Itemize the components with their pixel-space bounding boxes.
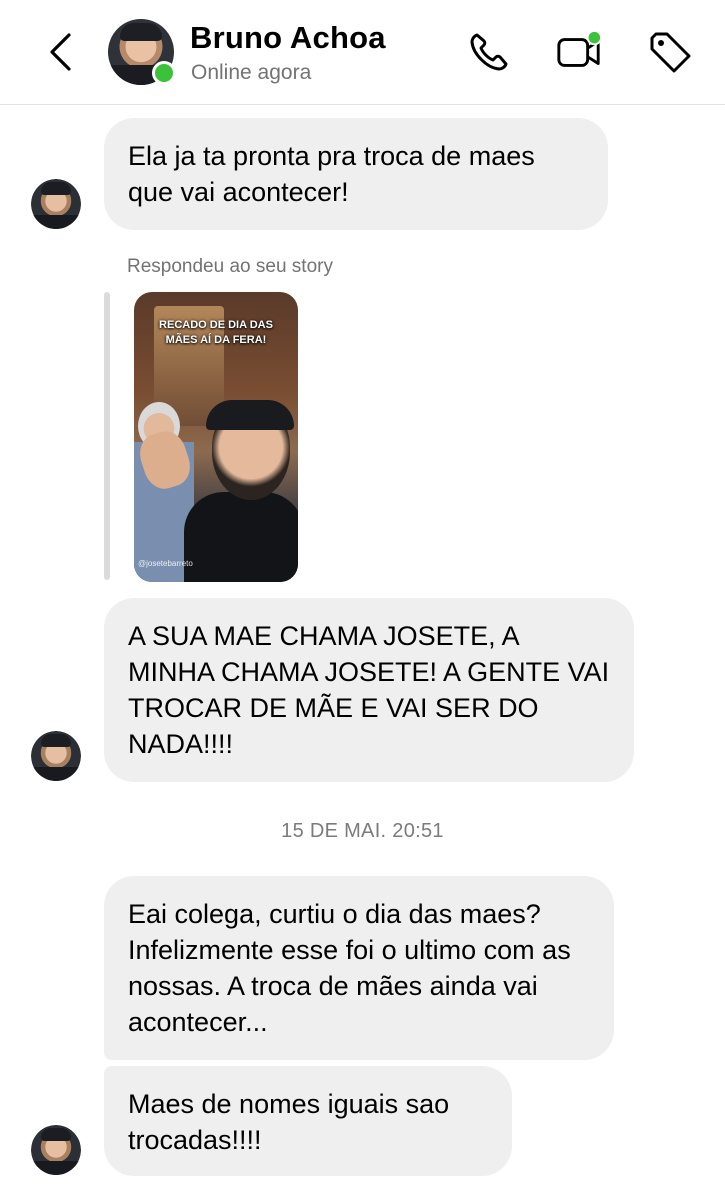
sender-avatar[interactable] — [31, 179, 81, 229]
story-man-cap — [206, 400, 294, 430]
avatar-photo — [31, 731, 81, 781]
reply-quote-bar — [104, 292, 110, 580]
message-bubble[interactable]: A SUA MAE CHAMA JOSETE, A MINHA CHAMA JO… — [104, 598, 634, 782]
video-call-button[interactable] — [555, 28, 603, 76]
story-reply-label: Respondeu ao seu story — [127, 256, 333, 277]
sender-avatar[interactable] — [31, 1125, 81, 1175]
chat-header: Bruno Achoa Online agora — [0, 0, 725, 105]
phone-icon — [470, 33, 508, 71]
tag-icon — [650, 32, 691, 73]
story-mention-tag: @josetebarreto — [138, 559, 193, 568]
story-caption: RECADO DE DIA DAS MÃES AÍ DA FERA! — [159, 319, 273, 346]
message-bubble[interactable]: Ela ja ta pronta pra troca de maes que v… — [104, 118, 608, 230]
video-call-icon — [557, 29, 603, 67]
contact-name[interactable]: Bruno Achoa — [190, 20, 386, 56]
back-button[interactable] — [40, 28, 80, 76]
contact-avatar[interactable] — [108, 19, 176, 85]
sender-avatar[interactable] — [31, 731, 81, 781]
message-bubble[interactable]: Maes de nomes iguais sao trocadas!!!! — [104, 1066, 512, 1176]
story-thumbnail[interactable]: RECADO DE DIA DAS MÃES AÍ DA FERA! @jose… — [134, 292, 298, 582]
story-man-body — [184, 492, 298, 582]
contact-status: Online agora — [191, 61, 312, 84]
message-timestamp: 15 DE MAI. 20:51 — [281, 820, 444, 842]
tag-button[interactable] — [646, 28, 694, 76]
message-bubble[interactable]: Eai colega, curtiu o dia das maes? Infel… — [104, 876, 614, 1060]
avatar-photo — [31, 1125, 81, 1175]
voice-call-button[interactable] — [465, 28, 513, 76]
avatar-photo — [31, 179, 81, 229]
back-arrow-icon — [50, 33, 71, 71]
online-indicator — [152, 61, 176, 85]
